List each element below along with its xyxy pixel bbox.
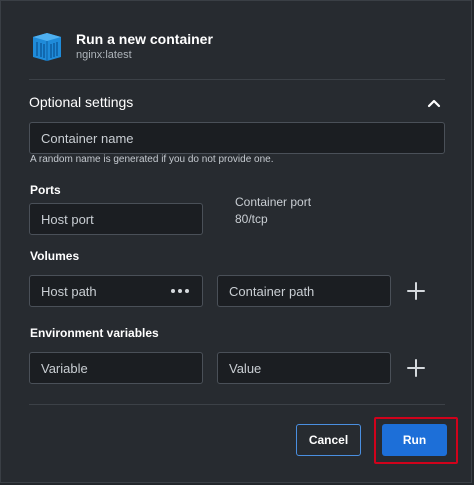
env-vars-label: Environment variables <box>30 326 159 340</box>
add-env-var-plus-icon[interactable] <box>406 358 426 378</box>
footer-divider <box>29 404 445 405</box>
value-placeholder: Value <box>229 360 262 376</box>
host-path-input[interactable]: Host path <box>29 275 203 307</box>
volumes-label: Volumes <box>30 249 80 263</box>
container-port-value: 80/tcp <box>235 212 268 226</box>
run-button-highlight <box>374 417 458 464</box>
image-name: nginx:latest <box>76 49 132 61</box>
ports-label: Ports <box>30 183 61 197</box>
container-port-label: Container port <box>235 195 312 209</box>
optional-settings-title[interactable]: Optional settings <box>29 94 133 110</box>
container-name-placeholder: Container name <box>41 130 134 146</box>
variable-input[interactable]: Variable <box>29 352 203 384</box>
docker-container-icon <box>33 33 61 61</box>
run-container-dialog: Run a new container nginx:latest Optiona… <box>0 0 472 483</box>
cancel-button[interactable]: Cancel <box>296 424 361 456</box>
container-path-input[interactable]: Container path <box>217 275 391 307</box>
host-port-input[interactable]: Host port <box>29 203 203 235</box>
variable-placeholder: Variable <box>41 360 88 376</box>
container-name-helper: A random name is generated if you do not… <box>30 154 274 165</box>
dialog-title: Run a new container <box>76 31 213 47</box>
header-divider <box>29 79 445 80</box>
browse-dots-icon[interactable] <box>170 287 190 295</box>
add-volume-plus-icon[interactable] <box>406 281 426 301</box>
container-name-input[interactable]: Container name <box>29 122 445 154</box>
host-port-placeholder: Host port <box>41 211 94 227</box>
host-path-placeholder: Host path <box>41 283 97 299</box>
value-input[interactable]: Value <box>217 352 391 384</box>
container-path-placeholder: Container path <box>229 283 315 299</box>
chevron-up-icon[interactable] <box>425 94 443 112</box>
